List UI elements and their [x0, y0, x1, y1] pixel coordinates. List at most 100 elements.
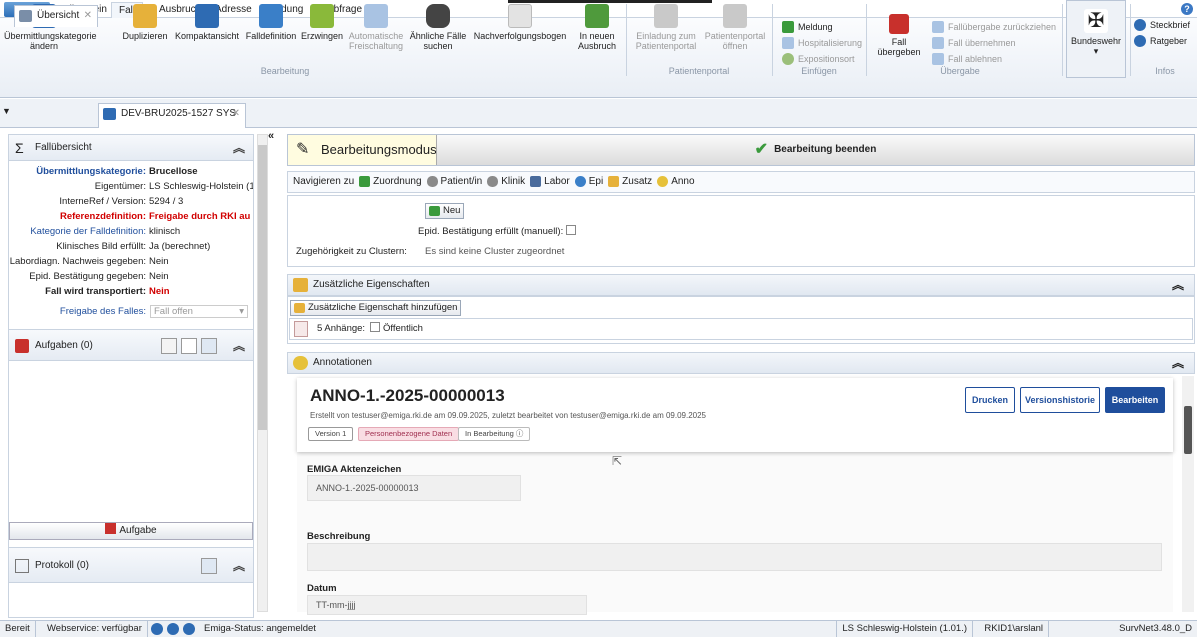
bundeswehr-button[interactable]: ✠ Bundeswehr ▾ — [1066, 0, 1126, 78]
epid-checkbox[interactable] — [566, 225, 577, 235]
summary-key: Eigentümer: — [94, 181, 146, 192]
versionshistorie-button[interactable]: Versionshistorie — [1020, 387, 1100, 413]
filter-icon[interactable] — [201, 338, 217, 354]
status-icon[interactable] — [151, 623, 163, 635]
add-icon — [429, 206, 440, 216]
tab-uebersicht[interactable]: Übersicht ✕ — [14, 5, 98, 27]
paperclip-icon[interactable] — [294, 321, 308, 337]
summary-value: Nein — [149, 256, 169, 267]
collapse-icon[interactable]: ︽ — [233, 135, 245, 161]
personal-data-badge: Personenbezogene Daten — [358, 427, 460, 441]
nav-zuordnung[interactable]: Zuordnung — [359, 172, 422, 192]
ribbon-separator — [772, 4, 773, 76]
public-checkbox-row[interactable]: Öffentlich — [370, 322, 423, 334]
freigabe-select[interactable]: Fall offen ▾ — [150, 305, 248, 318]
zusaetzliche-eigenschaften-header[interactable]: Zusätzliche Eigenschaften ︽ — [287, 274, 1195, 296]
fall-ablehnen-button[interactable]: Fall ablehnen — [932, 52, 1002, 66]
status-version: SurvNet3.48.0_D — [1119, 623, 1192, 634]
aehnliche-faelle-button[interactable]: Ähnliche Fälle suchen — [408, 2, 468, 62]
summary-key: Referenzdefinition: — [59, 211, 146, 222]
summary-row: Epid. Bestätigung gegeben: Nein — [9, 270, 253, 283]
status-webservice: Webservice: verfügbar — [42, 621, 148, 637]
summary-value: LS Schleswig-Holstein (1 — [149, 181, 253, 192]
mouse-cursor-icon: ⇱ — [612, 454, 623, 468]
drucken-button[interactable]: Drucken — [965, 387, 1015, 413]
patientenportal-oeffnen-button[interactable]: Patientenportal öffnen — [702, 2, 768, 62]
close-icon[interactable]: ✕ — [84, 6, 92, 26]
kompaktansicht-button[interactable]: Kompaktansicht — [172, 2, 242, 62]
collapse-icon[interactable]: ︽ — [1172, 353, 1184, 373]
case-definition-icon — [259, 4, 283, 28]
tab-case[interactable]: DEV-BRU2025-1527 SYS ✕ — [98, 103, 246, 128]
log-icon — [15, 559, 29, 573]
public-checkbox[interactable] — [370, 322, 380, 332]
close-icon[interactable]: ✕ — [232, 104, 240, 124]
summary-value: Ja (berechnet) — [149, 241, 211, 252]
falldefinition-button[interactable]: Falldefinition — [242, 2, 300, 62]
version-badge: Version 1 — [308, 427, 354, 441]
grid-icon[interactable] — [181, 338, 197, 354]
right-scrollbar-thumb[interactable] — [1184, 406, 1192, 454]
sigma-icon: Σ — [15, 140, 24, 156]
info-icon — [1134, 19, 1146, 31]
falluebergabe-zurueckziehen-button[interactable]: Fallübergabe zurückziehen — [932, 20, 1056, 34]
steckbrief-button[interactable]: Steckbrief — [1134, 18, 1190, 32]
summary-row: Übermittlungskategorie: Brucellose — [9, 165, 253, 178]
automatische-freischaltung-button[interactable]: Automatische Freischaltung — [344, 2, 408, 62]
filter-icon[interactable] — [201, 558, 217, 574]
erzwingen-button[interactable]: Erzwingen — [300, 2, 344, 62]
neu-button[interactable]: Neu — [425, 203, 465, 219]
help-icon[interactable] — [183, 623, 195, 635]
nav-epi[interactable]: Epi — [574, 172, 603, 192]
add-property-button[interactable]: Zusätzliche Eigenschaft hinzufügen — [290, 300, 462, 316]
nav-patient[interactable]: Patient/in — [426, 172, 482, 192]
person-icon — [426, 176, 438, 187]
help-icon[interactable]: ? — [1181, 3, 1193, 15]
collapse-icon[interactable]: ︽ — [233, 548, 245, 584]
chevron-down-icon: ▾ — [239, 306, 244, 317]
left-scrollbar-thumb[interactable] — [258, 145, 267, 430]
freigabe-row: Freigabe des Falles: Fall offen ▾ — [9, 305, 253, 318]
checkmark-icon: ✔ — [754, 141, 769, 158]
copy-icon[interactable] — [161, 338, 177, 354]
meldung-button[interactable]: Meldung — [782, 20, 833, 34]
nav-zusatz[interactable]: Zusatz — [608, 172, 652, 192]
summary-row: Kategorie der Falldefinition: klinisch — [9, 225, 253, 238]
pin-icon[interactable]: ▼ — [2, 106, 12, 120]
collapse-icon[interactable]: ︽ — [1172, 275, 1184, 295]
aufgabe-button[interactable]: Aufgabe — [9, 522, 253, 540]
status-bar: Bereit Webservice: verfügbar Emiga-Statu… — [0, 620, 1197, 637]
nav-labor[interactable]: Labor — [530, 172, 570, 192]
aufgaben-header[interactable]: Aufgaben (0) ︽ — [9, 329, 253, 361]
duplizieren-button[interactable]: Duplizieren — [118, 2, 172, 62]
nav-anno[interactable]: Anno — [657, 172, 695, 192]
wand-icon — [293, 278, 308, 292]
nachverfolgungsbogen-button[interactable]: Nachverfolgungsbogen — [468, 2, 572, 62]
hospitalisierung-button[interactable]: Hospitalisierung — [782, 36, 862, 50]
bearbeitung-beenden-button[interactable]: ✔ Bearbeitung beenden — [436, 135, 1194, 165]
expositionsort-button[interactable]: Expositionsort — [782, 52, 855, 66]
collapse-icon[interactable]: ︽ — [233, 330, 245, 362]
fall-uebergeben-button[interactable]: Fall übergeben — [870, 12, 928, 72]
in-neuen-ausbruch-button[interactable]: In neuen Ausbruch — [572, 2, 622, 62]
bearbeiten-button[interactable]: Bearbeiten — [1105, 387, 1165, 413]
fall-uebersicht-header[interactable]: Σ Fallübersicht ︽ — [9, 135, 253, 161]
nav-klinik[interactable]: Klinik — [487, 172, 525, 192]
fall-uebernehmen-button[interactable]: Fall übernehmen — [932, 36, 1016, 50]
beschreibung-field[interactable] — [307, 543, 1162, 571]
info-icon[interactable] — [167, 623, 179, 635]
summary-key: Kategorie der Falldefinition: — [30, 226, 146, 237]
summary-row: Klinisches Bild erfüllt: Ja (berechnet) — [9, 240, 253, 253]
globe-icon — [782, 53, 794, 65]
collapse-left-icon[interactable]: « — [268, 130, 274, 142]
aktenzeichen-field[interactable]: ANNO-1.-2025-00000013 — [307, 475, 521, 501]
annotationen-header[interactable]: Annotationen ︽ — [287, 352, 1195, 374]
ratgeber-button[interactable]: Ratgeber — [1134, 34, 1187, 48]
zuordnung-icon — [359, 176, 371, 187]
summary-row: Eigentümer: LS Schleswig-Holstein (1 — [9, 180, 253, 193]
datum-field[interactable]: TT-mm-jjjj — [307, 595, 587, 615]
einladung-patientenportal-button[interactable]: Einladung zum Patientenportal — [630, 2, 702, 62]
ribbon-separator — [1062, 4, 1063, 76]
protokoll-header[interactable]: Protokoll (0) ︽ — [9, 547, 253, 583]
withdraw-icon — [932, 21, 944, 33]
